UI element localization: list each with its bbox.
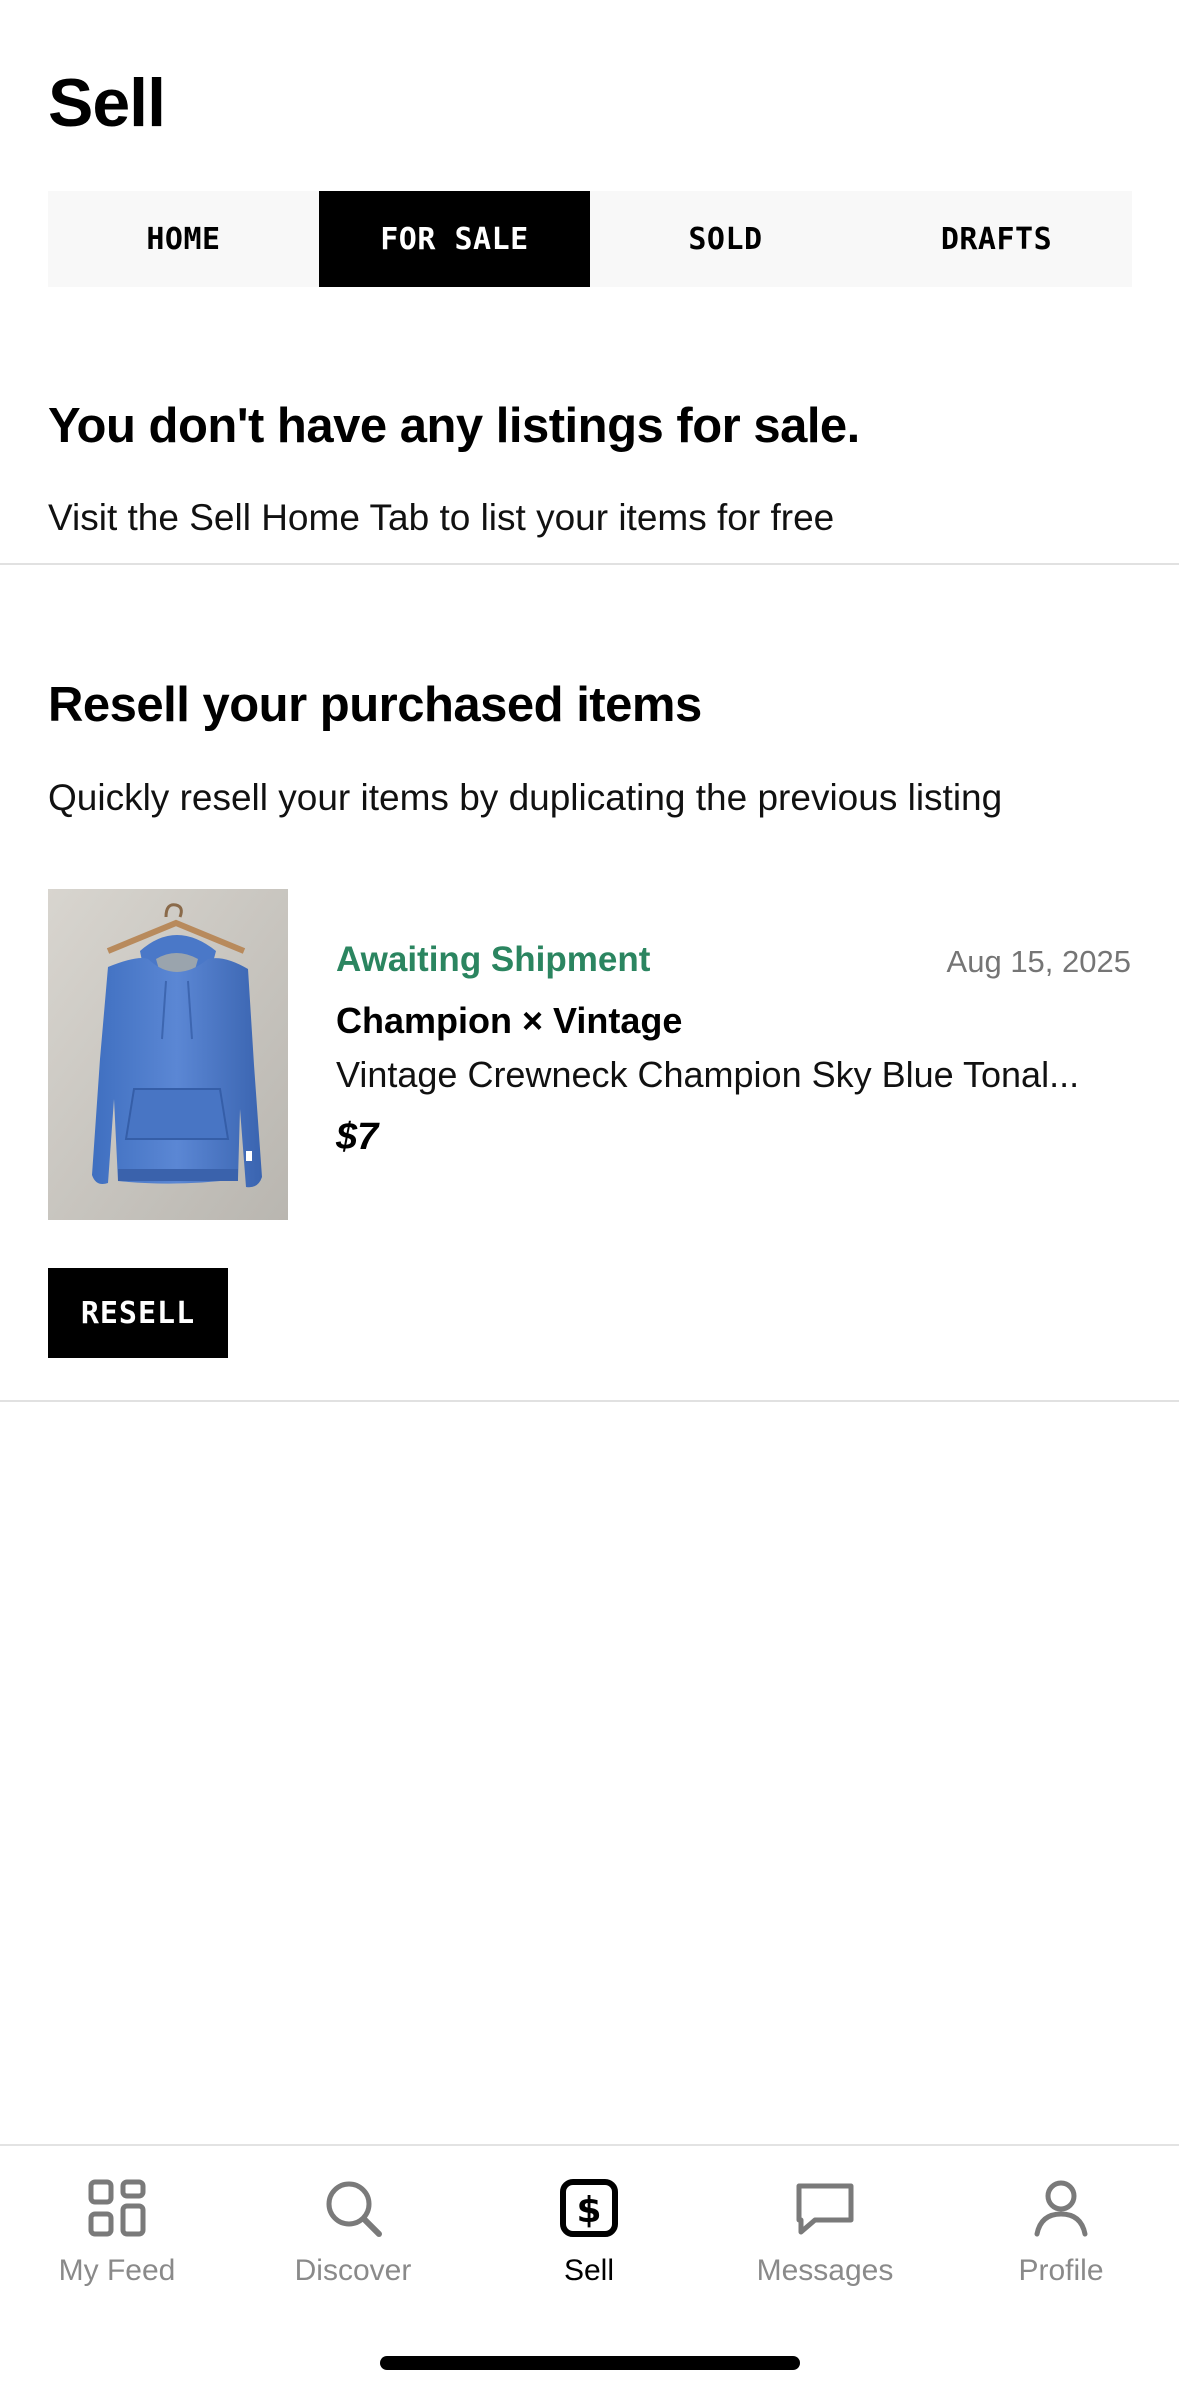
nav-label: Discover	[294, 2254, 412, 2287]
empty-state-subtitle: Visit the Sell Home Tab to list your ite…	[48, 497, 835, 538]
order-date: Aug 15, 2025	[946, 944, 1131, 979]
item-description[interactable]: Vintage Crewneck Champion Sky Blue Tonal…	[336, 1054, 1116, 1096]
nav-item-sell[interactable]: $ Sell	[489, 2176, 689, 2288]
item-thumbnail[interactable]	[48, 889, 288, 1220]
grid-icon	[88, 2179, 146, 2237]
order-status: Awaiting Shipment	[336, 940, 651, 979]
dollar-tag-icon: $	[560, 2179, 618, 2237]
nav-item-profile[interactable]: Profile	[961, 2176, 1161, 2288]
item-price: $7	[336, 1116, 379, 1158]
tab-sold[interactable]: SOLD	[590, 191, 861, 287]
resell-section-title: Resell your purchased items	[48, 678, 702, 732]
nav-item-my-feed[interactable]: My Feed	[17, 2176, 217, 2288]
nav-label: My Feed	[58, 2254, 176, 2287]
nav-label: Profile	[1018, 2254, 1104, 2287]
search-icon	[326, 2181, 382, 2237]
nav-label: Messages	[756, 2254, 894, 2287]
section-divider	[0, 1400, 1179, 1402]
home-indicator[interactable]	[380, 2356, 800, 2370]
nav-label: Sell	[563, 2254, 615, 2287]
tab-home[interactable]: HOME	[48, 191, 319, 287]
section-divider	[0, 563, 1179, 565]
nav-item-messages[interactable]: Messages	[725, 2176, 925, 2288]
page-title: Sell	[48, 65, 166, 141]
item-brand: Champion × Vintage	[336, 1000, 683, 1041]
svg-text:$: $	[576, 2190, 601, 2231]
sell-screen: Sell HOME FOR SALE SOLD DRAFTS You don't…	[0, 0, 1179, 2396]
tab-bar: HOME FOR SALE SOLD DRAFTS	[48, 191, 1132, 287]
chat-bubble-icon	[796, 2183, 854, 2235]
person-icon	[1034, 2180, 1088, 2237]
tab-for-sale[interactable]: FOR SALE	[319, 191, 590, 287]
tab-drafts[interactable]: DRAFTS	[861, 191, 1132, 287]
nav-item-discover[interactable]: Discover	[253, 2176, 453, 2288]
empty-state-title: You don't have any listings for sale.	[48, 399, 860, 453]
resell-button[interactable]: RESELL	[48, 1268, 228, 1358]
resell-section-subtitle: Quickly resell your items by duplicating…	[48, 777, 1003, 818]
hoodie-image	[48, 889, 288, 1220]
